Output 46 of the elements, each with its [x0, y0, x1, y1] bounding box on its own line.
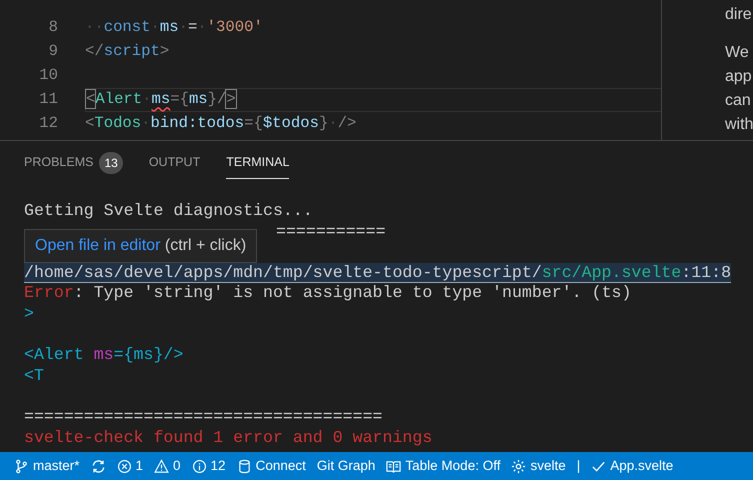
warning-icon — [154, 458, 170, 474]
database-icon — [236, 458, 252, 474]
open-file-link[interactable]: Open file in editor — [35, 237, 160, 254]
status-item[interactable]: Git Graph — [316, 456, 376, 476]
panel-tab[interactable]: OUTPUT — [148, 149, 200, 179]
branch-icon — [14, 458, 29, 474]
status-item[interactable]: Connect — [236, 456, 306, 476]
preview-text: app — [725, 67, 753, 87]
error-icon — [116, 458, 132, 474]
line-number: 9 — [48, 41, 58, 62]
line-number: 12 — [38, 113, 58, 134]
status-item[interactable]: | — [576, 456, 580, 476]
code-line: <Todos·bind:todos={$todos}·/> — [85, 113, 356, 134]
count-badge: 13 — [99, 152, 123, 174]
preview-text: dire — [725, 5, 753, 25]
preview-text: We — [725, 43, 750, 63]
sync-icon[interactable] — [90, 458, 106, 474]
terminal-line: > — [24, 304, 35, 325]
line-number: 8 — [48, 17, 58, 38]
shortcut-hint: (ctrl + click) — [164, 237, 246, 254]
terminal-line: ==================================== — [24, 406, 384, 428]
line-number: 10 — [38, 65, 58, 86]
terminal-line: =========== — [275, 222, 387, 242]
book-icon — [386, 458, 402, 474]
code-line: </script> — [85, 41, 170, 62]
status-item[interactable]: master* — [14, 456, 80, 476]
panel-tab[interactable]: TERMINAL — [226, 149, 290, 179]
code-line: ··const·ms·=·'3000' — [85, 17, 263, 38]
line-number: 11 — [38, 89, 58, 110]
file-path-link[interactable]: /home/sas/devel/apps/mdn/tmp/svelte-todo-typescript/src/App.svelte:11:8 — [24, 262, 732, 284]
preview-text: can — [725, 91, 752, 111]
terminal-line: Getting Svelte diagnostics... — [24, 201, 314, 222]
info-icon — [192, 458, 207, 474]
status-item[interactable]: App.svelte — [591, 456, 674, 476]
terminal-line: Error: Type 'string' is not assignable to type 'number'. (ts) — [24, 283, 632, 304]
preview-text: with — [725, 115, 753, 135]
status-item[interactable]: 0 — [154, 456, 181, 476]
status-item[interactable]: 1 — [116, 456, 144, 476]
status-item[interactable]: 12 — [192, 456, 226, 476]
terminal-line: svelte-check found 1 error and 0 warnings — [24, 428, 434, 448]
status-item[interactable]: svelte — [511, 456, 566, 476]
terminal-line: <T — [24, 366, 45, 386]
terminal-line: <Alert ms={ms}/> — [24, 345, 184, 366]
panel-tab[interactable]: PROBLEMS 13 — [24, 149, 123, 179]
code-line: <Alert·ms={ms}/> — [86, 89, 236, 110]
status-item[interactable]: Table Mode: Off — [386, 456, 500, 476]
